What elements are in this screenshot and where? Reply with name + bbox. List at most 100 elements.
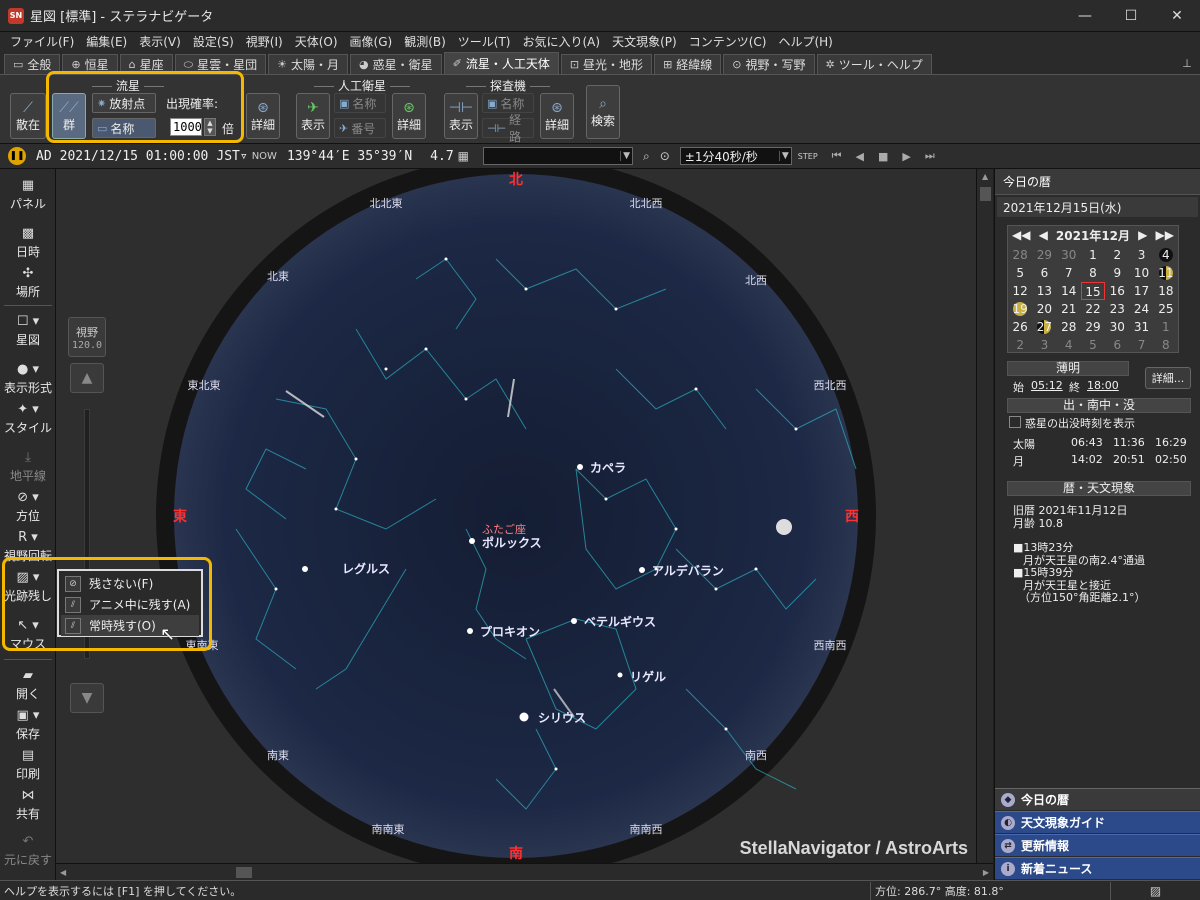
skip-forward-icon[interactable]: ⏭: [925, 149, 935, 163]
scatter-button[interactable]: ⟋ 散在: [10, 93, 46, 139]
minimize-button[interactable]: —: [1062, 0, 1108, 32]
starmap-button[interactable]: ☐ ▾ 星図: [0, 313, 56, 348]
timezone-selector[interactable]: JST▿: [216, 149, 247, 164]
star-label-rigel[interactable]: リゲル: [630, 668, 666, 685]
shower-button[interactable]: ⟋⟋ 群: [52, 93, 86, 139]
tab-grid-lines[interactable]: ⊞ 経緯線: [654, 54, 722, 74]
calendar-day[interactable]: 24: [1129, 300, 1153, 318]
bottom-nav-almanac[interactable]: ◆ 今日の暦: [995, 788, 1200, 810]
menu-favorites[interactable]: お気に入り(A): [517, 32, 607, 52]
probe-show-button[interactable]: ⊣⊢ 表示: [444, 93, 478, 139]
tab-stars[interactable]: ⊕ 恒星: [62, 54, 118, 74]
time-step-select[interactable]: ±1分40秒/秒 ▼: [679, 147, 792, 165]
star-label-pollux[interactable]: ポルックス: [482, 534, 542, 551]
pin-icon[interactable]: ⊥: [1178, 54, 1196, 72]
stop-icon[interactable]: ■: [878, 150, 888, 163]
next-month-icon[interactable]: ▶: [1138, 228, 1147, 242]
frequency-input[interactable]: [170, 118, 202, 136]
probe-path-button[interactable]: ⊣⊢ 経路: [482, 113, 534, 144]
calendar-day[interactable]: 28: [1008, 246, 1032, 264]
radiant-button[interactable]: ✷ 放射点: [92, 93, 156, 113]
calendar-day-first-quarter[interactable]: 11: [1154, 264, 1178, 282]
scroll-right-icon[interactable]: ▶: [983, 868, 989, 877]
calendar-day[interactable]: 30: [1057, 246, 1081, 264]
calendar-day[interactable]: 2: [1008, 336, 1032, 354]
frequency-stepper[interactable]: ▲ ▼: [204, 118, 216, 136]
scroll-left-icon[interactable]: ◀: [60, 868, 66, 877]
menu-tools[interactable]: ツール(T): [452, 32, 517, 52]
direction-button[interactable]: ⊘ ▾ 方位: [0, 489, 56, 524]
fov-rotate-button[interactable]: R ▾ 視野回転: [0, 529, 56, 564]
sky-chart[interactable]: [56, 169, 976, 863]
twilight-detail-button[interactable]: 詳細...: [1145, 367, 1191, 389]
calendar-day[interactable]: 14: [1057, 282, 1081, 300]
star-label-betelgeuse[interactable]: ベテルギウス: [584, 613, 656, 630]
star-label-regulus[interactable]: レグルス: [342, 560, 390, 577]
print-button[interactable]: ▤ 印刷: [0, 747, 56, 782]
menu-fov[interactable]: 視野(I): [240, 32, 289, 52]
calendar-day[interactable]: 3: [1032, 336, 1056, 354]
horizontal-scrollbar[interactable]: ◀ ▶: [56, 863, 993, 880]
panel-button[interactable]: ▦ パネル: [0, 177, 56, 212]
tab-constellations[interactable]: ⌂ 星座: [119, 54, 173, 74]
target-icon[interactable]: ⊙: [660, 149, 670, 163]
scroll-thumb[interactable]: [236, 867, 252, 878]
calendar-day[interactable]: 10: [1129, 264, 1153, 282]
menu-contents[interactable]: コンテンツ(C): [683, 32, 773, 52]
meteor-detail-button[interactable]: ⊛ 詳細: [246, 93, 280, 139]
planet-times-checkbox[interactable]: [1009, 416, 1021, 428]
bottom-nav-phenomena-guide[interactable]: ◐ 天文現象ガイド: [995, 811, 1200, 833]
prev-year-icon[interactable]: ◀◀: [1012, 228, 1030, 242]
calendar-day[interactable]: 25: [1154, 300, 1178, 318]
tab-tools-help[interactable]: ✲ ツール・ヘルプ: [816, 54, 932, 74]
vertical-scrollbar[interactable]: ▲: [976, 169, 993, 863]
undo-button[interactable]: ↶ 元に戻す: [0, 833, 56, 868]
zoom-out-button[interactable]: ▼: [70, 683, 104, 713]
menu-settings[interactable]: 設定(S): [187, 32, 240, 52]
menu-phenomena[interactable]: 天文現象(P): [606, 32, 683, 52]
calendar-day[interactable]: 2: [1105, 246, 1129, 264]
calendar-day[interactable]: 6: [1105, 336, 1129, 354]
satellite-number-button[interactable]: ✈ 番号: [334, 118, 386, 138]
menu-file[interactable]: ファイル(F): [4, 32, 80, 52]
calendar-day[interactable]: 1: [1081, 246, 1105, 264]
calendar-day[interactable]: 16: [1105, 282, 1129, 300]
calendar-day[interactable]: 29: [1032, 246, 1056, 264]
calendar-day-today[interactable]: 15: [1080, 282, 1106, 300]
down-arrow-icon[interactable]: ▼: [207, 127, 212, 135]
calendar-day[interactable]: 8: [1154, 336, 1178, 354]
bottom-nav-updates[interactable]: ⇄ 更新情報: [995, 834, 1200, 856]
play-reverse-icon[interactable]: ◀: [856, 150, 864, 163]
calendar-day[interactable]: 18: [1154, 282, 1178, 300]
probe-name-button[interactable]: ▣ 名称: [482, 93, 534, 113]
calendar-day[interactable]: 5: [1008, 264, 1032, 282]
horizon-button[interactable]: ⤓ 地平線: [0, 449, 56, 484]
menu-help[interactable]: ヘルプ(H): [772, 32, 838, 52]
menu-observe[interactable]: 観測(B): [398, 32, 452, 52]
tab-nebulae[interactable]: ⬭ 星雲・星団: [174, 54, 267, 74]
up-arrow-icon[interactable]: ▲: [207, 119, 212, 127]
calendar-day[interactable]: 12: [1008, 282, 1032, 300]
satellite-show-button[interactable]: ✈ 表示: [296, 93, 330, 139]
calendar-day[interactable]: 4: [1057, 336, 1081, 354]
display-mode-button[interactable]: ● ▾ 表示形式: [0, 361, 56, 396]
mouse-button[interactable]: ↖ ▾ マウス: [0, 617, 56, 652]
calendar-day[interactable]: 9: [1105, 264, 1129, 282]
menu-edit[interactable]: 編集(E): [80, 32, 133, 52]
calendar-day[interactable]: 7: [1129, 336, 1153, 354]
probe-detail-button[interactable]: ⊛ 詳細: [540, 93, 574, 139]
pause-icon[interactable]: ❚❚: [8, 147, 26, 165]
bottom-nav-news[interactable]: i 新着ニュース: [995, 857, 1200, 879]
open-button[interactable]: ▰ 開く: [0, 667, 56, 702]
search-button[interactable]: ⌕ 検索: [586, 85, 620, 139]
satellite-name-button[interactable]: ▣ 名称: [334, 93, 386, 113]
search-icon[interactable]: ⌕: [643, 149, 650, 164]
star-label-sirius[interactable]: シリウス: [538, 709, 586, 726]
close-button[interactable]: ✕: [1154, 0, 1200, 32]
tab-planets[interactable]: ◕ 惑星・衛星: [349, 54, 442, 74]
location-button[interactable]: ✣ 場所: [0, 265, 56, 300]
calendar-day[interactable]: 28: [1057, 318, 1081, 336]
share-button[interactable]: ⋈ 共有: [0, 787, 56, 822]
calendar-day[interactable]: 5: [1081, 336, 1105, 354]
location-display[interactable]: 139°44′E 35°39′N: [287, 149, 412, 164]
